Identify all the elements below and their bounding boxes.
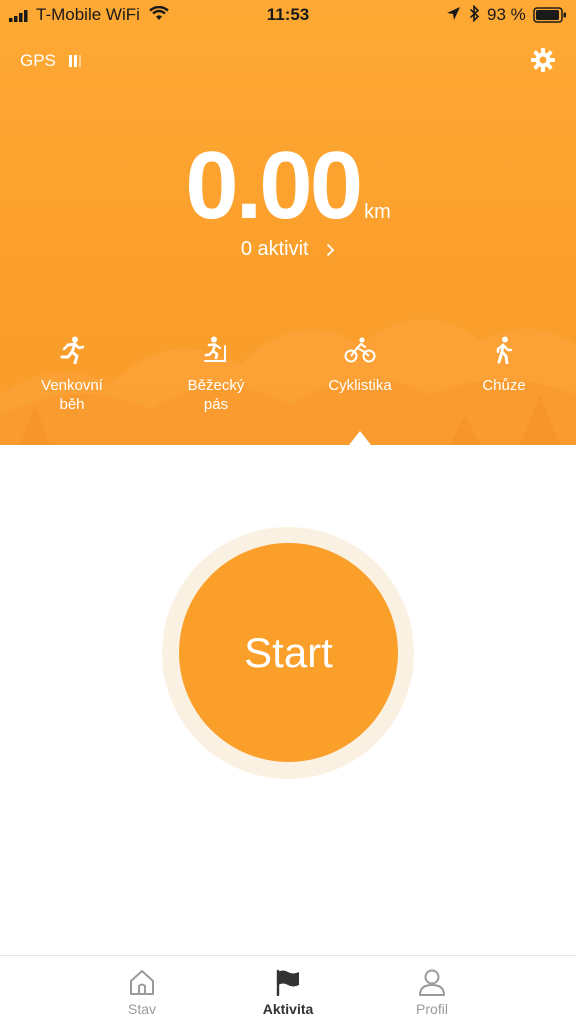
running-icon [60, 336, 84, 364]
nav-stav[interactable]: Stav [82, 966, 202, 1017]
tab-outdoor-run[interactable]: Venkovní běh [0, 334, 144, 414]
start-button[interactable]: Start [179, 543, 398, 762]
distance-value: 0.00 [185, 132, 363, 239]
selected-tab-indicator [349, 431, 371, 445]
distance-display: 0.00 km [0, 138, 576, 234]
walking-icon [496, 336, 513, 364]
battery-icon [533, 7, 566, 23]
person-icon [419, 969, 445, 996]
tab-walking[interactable]: Chůze [432, 334, 576, 395]
tab-label: Chůze [482, 377, 526, 394]
tab-label-line1: Běžecký [187, 377, 245, 394]
distance-unit: km [364, 201, 391, 223]
tab-cycling[interactable]: Cyklistika [288, 334, 432, 395]
status-bar: T-Mobile WiFi 11:53 93 % [0, 0, 576, 30]
gps-status: GPS [20, 50, 81, 71]
tab-label-line1: Venkovní [41, 377, 103, 394]
activities-count-link[interactable]: 0 aktivit [0, 238, 576, 261]
location-arrow-icon [447, 7, 460, 20]
nav-aktivita[interactable]: Aktivita [228, 966, 348, 1017]
bluetooth-icon [469, 5, 480, 22]
home-icon [130, 970, 154, 995]
tab-treadmill[interactable]: Běžecký pás [144, 334, 288, 414]
activity-header: T-Mobile WiFi 11:53 93 % GPS 0.00 km 0 a… [0, 0, 576, 445]
tab-label-line2: pás [203, 396, 229, 413]
nav-label: Profil [416, 1001, 448, 1017]
bottom-navigation: Stav Aktivita Profil [0, 955, 576, 1025]
nav-label: Stav [127, 1001, 156, 1017]
tab-label: Cyklistika [328, 377, 392, 394]
gps-label: GPS [20, 50, 56, 70]
chevron-right-icon [327, 243, 335, 256]
tab-label-line2: běh [59, 396, 85, 413]
gear-icon[interactable] [530, 47, 556, 73]
activities-count: 0 aktivit [240, 238, 309, 260]
flag-icon [276, 969, 299, 996]
treadmill-icon [204, 336, 226, 362]
battery-percent: 93 % [487, 5, 526, 24]
nav-label: Aktivita [262, 1001, 314, 1017]
gps-signal-icon [68, 54, 81, 67]
cycling-icon [344, 337, 376, 363]
nav-profil[interactable]: Profil [372, 966, 492, 1017]
